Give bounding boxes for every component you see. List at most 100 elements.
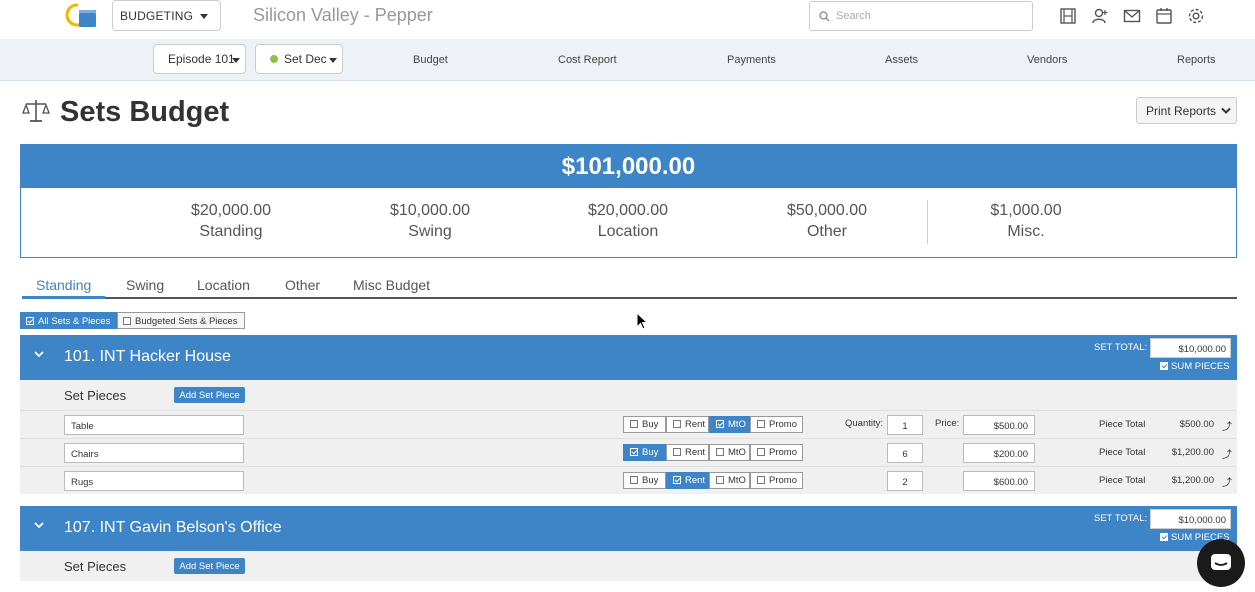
piece-name-input[interactable]: Table [64,415,244,435]
set-total-label: SET TOTAL: [1094,342,1148,353]
nav-budget[interactable]: Budget [413,54,448,66]
mto-label: MtO [728,419,746,430]
rent-toggle[interactable]: Rent [666,472,709,489]
promo-toggle[interactable]: Promo [750,416,803,433]
film-icon[interactable] [1059,7,1077,25]
chevron-down-icon[interactable] [33,348,45,360]
arrow-up-icon[interactable]: ⤴ [1222,418,1232,433]
chevron-down-icon[interactable] [33,519,45,531]
print-reports-button[interactable]: Print Reports [1136,97,1237,124]
nav-reports[interactable]: Reports [1177,54,1216,66]
piece-total-value: $1,200.00 [1171,475,1214,486]
nav-payments[interactable]: Payments [727,54,776,66]
top-bar: BUDGETING Silicon Valley - Pepper Search [0,0,1255,39]
quantity-input[interactable]: 6 [887,443,923,463]
nav-cost-report[interactable]: Cost Report [558,54,617,66]
set-total-input[interactable]: $10,000.00 [1150,338,1231,358]
mail-icon[interactable] [1123,7,1141,25]
table-row: Chairs Buy Rent MtO Promo 6 $200.00 Piec… [20,438,1237,466]
price-input[interactable]: $600.00 [963,471,1035,491]
piece-name-input[interactable]: Chairs [64,443,244,463]
checkbox-icon [757,420,765,428]
stat-amount: $20,000.00 [190,202,272,219]
caret-down-icon [200,14,208,19]
checkbox-icon [123,317,131,325]
gear-icon[interactable] [1187,7,1205,25]
checkbox-icon [1160,362,1168,370]
tab-swing[interactable]: Swing [126,277,164,293]
rent-label: Rent [685,419,706,430]
department-dropdown[interactable]: Set Dec [255,44,343,74]
set-header[interactable]: 107. INT Gavin Belson's Office SET TOTAL… [20,506,1237,551]
set-total-input[interactable]: $10,000.00 [1150,509,1231,529]
print-reports-label: Print Reports [1146,104,1217,118]
module-dropdown[interactable]: BUDGETING [112,0,221,31]
stat-standing: $20,000.00 Standing [151,202,311,241]
module-label: BUDGETING [120,9,194,23]
stat-amount: $1,000.00 [990,202,1062,219]
checkbox-icon [757,448,765,456]
tab-standing[interactable]: Standing [36,277,91,293]
promo-toggle[interactable]: Promo [750,472,803,489]
nav-vendors[interactable]: Vendors [1027,54,1067,66]
department-label: Set Dec [284,52,327,66]
piece-name-input[interactable]: Rugs [64,471,244,491]
arrow-up-icon[interactable]: ⤴ [1222,446,1232,461]
tab-misc-budget[interactable]: Misc Budget [353,277,430,293]
buy-toggle[interactable]: Buy [623,444,666,461]
buy-toggle[interactable]: Buy [623,416,666,433]
tab-location[interactable]: Location [197,277,250,293]
set-title: 101. INT Hacker House [64,348,231,365]
table-row: Table Buy Rent MtO Promo Quantity: 1 Pri… [20,410,1237,438]
add-set-piece-button[interactable]: Add Set Piece [174,558,245,574]
episode-dropdown[interactable]: Episode 101 [153,44,246,74]
filter-budgeted-label: Budgeted Sets & Pieces [135,316,238,327]
price-label: Price: [935,418,960,429]
checkbox-icon [716,420,724,428]
app-logo-icon[interactable] [64,2,98,30]
promo-label: Promo [769,447,797,458]
category-tabs: Standing Swing Location Other Misc Budge… [22,272,1237,299]
filter-budgeted-toggle[interactable]: Budgeted Sets & Pieces [117,312,245,329]
rent-toggle[interactable]: Rent [666,416,709,433]
tab-other[interactable]: Other [285,277,320,293]
chevron-down-icon [1221,107,1232,114]
quantity-input[interactable]: 2 [887,471,923,491]
checkbox-icon [716,448,724,456]
checkbox-icon [630,448,638,456]
rent-toggle[interactable]: Rent [666,444,709,461]
search-input[interactable]: Search [809,1,1033,31]
promo-toggle[interactable]: Promo [750,444,803,461]
quantity-input[interactable]: 1 [887,415,923,435]
checkbox-icon [630,476,638,484]
mto-toggle[interactable]: MtO [709,416,750,433]
add-set-piece-button[interactable]: Add Set Piece [174,387,245,403]
divider [927,200,928,244]
chat-launcher-button[interactable] [1197,539,1245,587]
calendar-icon[interactable] [1155,7,1173,25]
price-input[interactable]: $200.00 [963,443,1035,463]
sum-pieces-checkbox[interactable]: SUM PIECES [1160,361,1230,372]
mto-toggle[interactable]: MtO [709,444,750,461]
checkbox-icon [630,420,638,428]
scale-icon [22,100,50,122]
price-input[interactable]: $500.00 [963,415,1035,435]
checkbox-icon [673,476,681,484]
piece-total-label: Piece Total [1099,447,1146,458]
mto-label: MtO [728,447,746,458]
user-plus-icon[interactable] [1091,7,1109,25]
stat-amount: $20,000.00 [587,202,669,219]
checkbox-icon [26,317,34,325]
page-title: Sets Budget [60,96,230,128]
episode-label: Episode 101 [168,52,235,66]
checkbox-icon [1160,533,1168,541]
filter-all-sets-toggle[interactable]: All Sets & Pieces [20,312,117,329]
chat-icon [1211,554,1231,570]
arrow-up-icon[interactable]: ⤴ [1222,474,1232,489]
mto-toggle[interactable]: MtO [709,472,750,489]
set-header[interactable]: 101. INT Hacker House SET TOTAL: $10,000… [20,335,1237,380]
buy-toggle[interactable]: Buy [623,472,666,489]
project-title: Silicon Valley - Pepper [253,5,433,25]
piece-total-label: Piece Total [1099,419,1146,430]
nav-assets[interactable]: Assets [885,54,918,66]
